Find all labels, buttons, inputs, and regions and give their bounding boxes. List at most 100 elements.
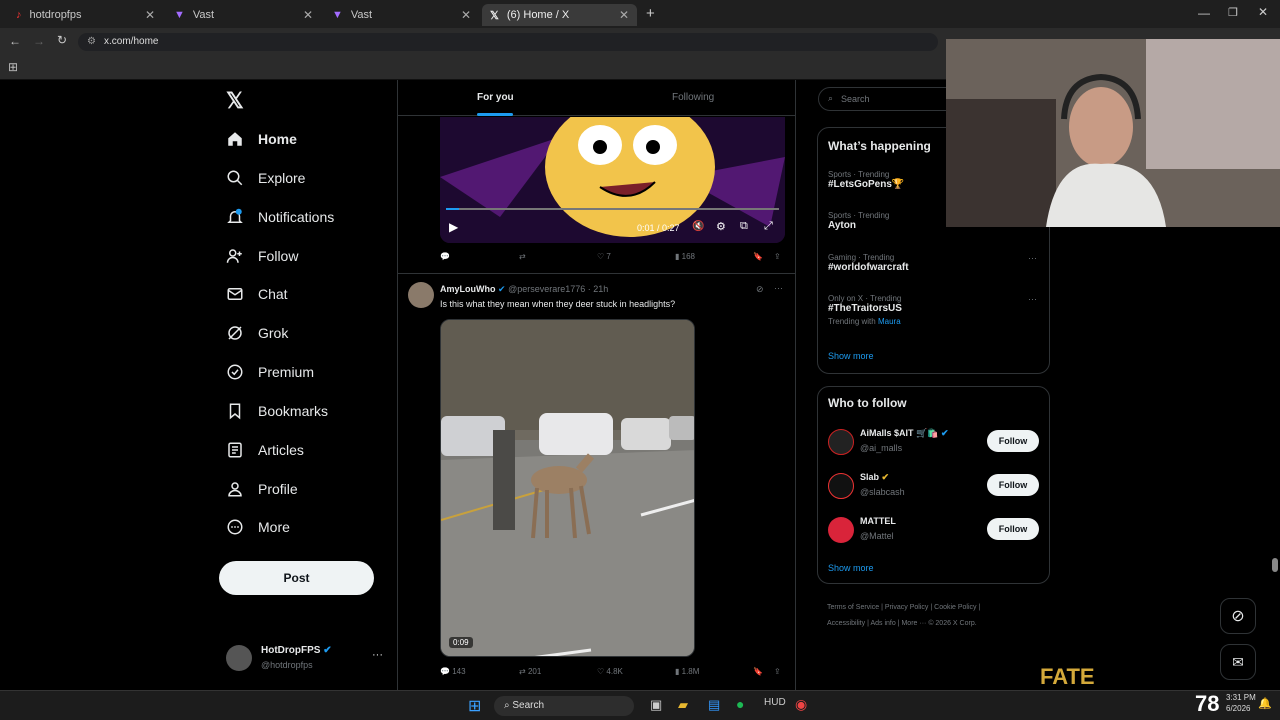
views-button[interactable]: ▮ 168 <box>675 252 695 261</box>
post-video[interactable]: 0:09 <box>440 319 695 657</box>
notification-bell-icon[interactable]: 🔔 <box>1258 697 1272 710</box>
window-close-icon[interactable]: ✕ <box>1258 5 1268 19</box>
x-logo-icon[interactable]: 𝕏 <box>226 88 244 114</box>
footer-link[interactable]: Terms of Service <box>827 604 879 611</box>
apps-grid-icon[interactable]: ⊞ <box>8 60 18 74</box>
repost-icon[interactable]: ⇄ <box>519 252 526 261</box>
pip-icon[interactable]: ⧉ <box>740 220 748 233</box>
follow-suggestion[interactable]: AiMalls $AIT 🛒🛍️ ✔ @ai_malls Follow <box>828 427 1043 459</box>
back-icon[interactable]: ← <box>9 34 21 48</box>
browser-tab-vast-2[interactable]: ▼ Vast ✕ <box>324 4 479 26</box>
follow-button[interactable]: Follow <box>987 518 1039 540</box>
nav-item-notifications[interactable]: Notifications <box>226 200 334 234</box>
notepad-icon[interactable]: ▤ <box>708 697 720 713</box>
show-more-link[interactable]: Show more <box>828 351 874 361</box>
fullscreen-icon[interactable]: ⤢ <box>764 220 773 233</box>
nav-item-articles[interactable]: Articles <box>226 433 304 467</box>
nav-item-follow[interactable]: Follow <box>226 239 298 273</box>
stream-overlay-logo: FATE <box>1040 664 1095 689</box>
file-explorer-icon[interactable]: ▰ <box>678 697 688 713</box>
whats-happening-title: What’s happening <box>828 139 931 153</box>
nav-item-premium[interactable]: Premium <box>226 355 314 389</box>
settings-icon[interactable]: ⚙ <box>716 220 726 233</box>
reply-button[interactable]: 💬 143 <box>440 667 466 676</box>
more-dots-icon[interactable]: ··· <box>774 283 783 293</box>
follow-suggestion[interactable]: Slab ✔ @slabcash Follow <box>828 471 1043 503</box>
follow-suggestion[interactable]: MATTEL @Mattel Follow <box>828 515 1043 547</box>
footer-link[interactable]: Privacy Policy <box>885 604 929 611</box>
task-view-icon[interactable]: ▣ <box>650 697 662 713</box>
account-switcher[interactable]: HotDropFPS ✔ @hotdropfps ··· <box>226 643 396 675</box>
close-icon[interactable]: ✕ <box>303 8 313 22</box>
post-button[interactable]: Post <box>219 561 374 595</box>
grok-icon[interactable]: ⊘ <box>1220 598 1256 634</box>
footer-link[interactable]: More ··· <box>901 620 926 627</box>
follow-button[interactable]: Follow <box>987 474 1039 496</box>
footer-link[interactable]: Cookie Policy <box>934 604 976 611</box>
footer-link[interactable]: Ads info <box>870 620 895 627</box>
video-progress-track[interactable] <box>446 208 779 210</box>
footer-links: Terms of Service | Privacy Policy | Cook… <box>827 604 981 627</box>
close-icon[interactable]: ✕ <box>619 8 629 22</box>
nav-item-home[interactable]: Home <box>226 122 297 156</box>
grok-icon[interactable]: ⊘ <box>756 284 764 295</box>
browser-tab-x-home[interactable]: 𝕏 (6) Home / X ✕ <box>482 4 637 26</box>
tab-following[interactable]: Following <box>672 92 714 103</box>
post-author[interactable]: AmyLouWho <box>440 284 496 294</box>
nav-item-explore[interactable]: Explore <box>226 161 305 195</box>
previous-post-actions: 💬 ⇄ ♡ 7 ▮ 168 🔖 ⇪ <box>440 252 785 266</box>
url-field[interactable]: ⚙ x.com/home <box>78 33 938 51</box>
repost-button[interactable]: ⇄ 201 <box>519 667 541 676</box>
nav-item-bookmarks[interactable]: Bookmarks <box>226 394 328 428</box>
minimize-icon[interactable]: — <box>1198 6 1210 20</box>
play-icon[interactable]: ▶ <box>449 220 458 234</box>
avatar[interactable] <box>408 282 434 308</box>
site-info-icon[interactable]: ⚙ <box>87 36 96 47</box>
webcam-overlay <box>946 39 1280 227</box>
follow-button[interactable]: Follow <box>987 430 1039 452</box>
previous-post-video[interactable]: ▶ 0:01 / 0:27 🔇 ⚙ ⧉ ⤢ <box>440 117 785 243</box>
maximize-icon[interactable]: ❐ <box>1228 6 1238 19</box>
hud-app-icon[interactable]: HUD <box>764 697 786 708</box>
who-to-follow-card: Who to follow AiMalls $AIT 🛒🛍️ ✔ @ai_mal… <box>817 386 1050 584</box>
forward-icon[interactable]: → <box>33 34 45 48</box>
trend-item[interactable]: Only on X · Trending #TheTraitorsUS Tren… <box>828 294 1038 326</box>
post-text: Is this what they mean when they deer st… <box>440 299 676 309</box>
trend-link[interactable]: Maura <box>878 317 901 326</box>
bookmark-icon[interactable]: 🔖 <box>753 667 763 676</box>
nav-label: Home <box>258 131 297 147</box>
close-icon[interactable]: ✕ <box>145 8 155 22</box>
nav-item-chat[interactable]: Chat <box>226 277 288 311</box>
volume-icon[interactable]: 🔇 <box>692 221 704 232</box>
chrome-icon[interactable]: ◉ <box>795 696 807 713</box>
share-icon[interactable]: ⇪ <box>774 667 781 676</box>
taskbar-search[interactable]: ⌕ Search <box>494 696 634 716</box>
reload-icon[interactable]: ↻ <box>57 33 67 47</box>
scrollbar-thumb[interactable] <box>1272 558 1278 572</box>
post-handle[interactable]: @perseverare1776 <box>508 284 585 294</box>
new-tab-icon[interactable]: + <box>646 5 655 22</box>
browser-tab-hotdropfps[interactable]: ♪ hotdropfps ✕ <box>8 4 163 26</box>
like-button[interactable]: ♡ 4.8K <box>597 667 623 676</box>
nav-item-grok[interactable]: Grok <box>226 316 288 350</box>
more-dots-icon[interactable]: ··· <box>1028 294 1037 304</box>
views-button[interactable]: ▮ 1.8M <box>675 667 699 676</box>
show-more-link[interactable]: Show more <box>828 563 874 573</box>
messages-icon[interactable]: ✉ <box>1220 644 1256 680</box>
bookmark-icon[interactable]: 🔖 <box>753 252 763 261</box>
more-dots-icon[interactable]: ··· <box>1028 253 1037 263</box>
reply-icon[interactable]: 💬 <box>440 252 450 261</box>
trend-extra: Trending with <box>828 317 876 326</box>
browser-tab-vast-1[interactable]: ▼ Vast ✕ <box>166 4 321 26</box>
nav-item-more[interactable]: More <box>226 510 290 544</box>
close-icon[interactable]: ✕ <box>461 8 471 22</box>
share-icon[interactable]: ⇪ <box>774 252 781 261</box>
more-dots-icon[interactable]: ··· <box>372 649 383 661</box>
spotify-icon[interactable]: ● <box>736 696 744 712</box>
like-button[interactable]: ♡ 7 <box>597 252 611 261</box>
nav-item-profile[interactable]: Profile <box>226 472 298 506</box>
footer-link[interactable]: Accessibility <box>827 620 865 627</box>
tab-for-you[interactable]: For you <box>477 92 514 103</box>
windows-start-icon[interactable]: ⊞ <box>468 696 481 716</box>
trend-item[interactable]: Gaming · Trending #worldofwarcraft ··· <box>828 253 1038 273</box>
